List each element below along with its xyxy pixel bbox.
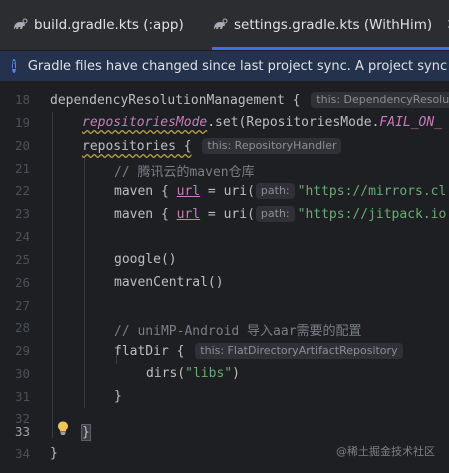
code-text: google() <box>114 252 177 267</box>
line-number: 30 <box>14 366 30 381</box>
code-text: = uri( <box>200 207 255 222</box>
inlay-hint: this: RepositoryHandler <box>202 138 342 154</box>
code-text: repositories { <box>82 139 192 154</box>
notification-message: Gradle files have changed since last pro… <box>27 58 449 74</box>
inlay-hint: this: DependencyResolu <box>311 92 449 108</box>
gradle-sync-notification: i Gradle files have changed since last p… <box>0 51 449 82</box>
code-property: url <box>176 207 201 222</box>
code-property: repositoriesMode <box>82 115 208 130</box>
code-line-33: } <box>81 424 91 441</box>
code-string: "https://jitpack.io <box>297 207 447 222</box>
line-number: 29 <box>14 343 30 358</box>
line-number: 18 <box>14 92 30 107</box>
code-text: } <box>114 389 122 404</box>
editor-tab-bar: build.gradle.kts (:app) settings.gradle.… <box>0 0 449 51</box>
code-line-31: } <box>114 389 122 404</box>
line-number: 20 <box>14 138 30 153</box>
code-constant: FAIL_ON_ <box>379 115 443 130</box>
code-string: "https://mirrors.cl <box>297 184 447 199</box>
line-number: 25 <box>14 252 30 267</box>
code-line-20: repositories { this: RepositoryHandler <box>82 138 344 154</box>
inlay-hint: path: <box>255 206 295 222</box>
line-number: 31 <box>14 389 30 404</box>
code-line-22: maven { url = uri(path: "https://mirrors.… <box>114 183 446 199</box>
code-line-34: } <box>50 446 58 461</box>
tab-build-gradle[interactable]: build.gradle.kts (:app) <box>12 0 184 50</box>
line-number: 23 <box>14 206 30 221</box>
tab-settings-gradle[interactable]: settings.gradle.kts (WithHim) ✕ <box>212 0 449 50</box>
code-text: maven { <box>114 207 177 222</box>
code-text: .set(RepositoriesMode. <box>207 115 380 130</box>
tab-label: settings.gradle.kts (WithHim) <box>234 17 433 33</box>
code-line-21: // 腾讯云的maven仓库 <box>114 161 255 180</box>
code-text: = uri( <box>200 184 255 199</box>
info-icon: i <box>12 59 16 73</box>
line-number: 21 <box>14 161 30 176</box>
lightbulb-icon[interactable] <box>57 420 69 435</box>
code-line-19: repositoriesMode.set(RepositoriesMode.FA… <box>82 115 442 130</box>
line-number: 22 <box>14 183 30 198</box>
code-line-29: flatDir { this: FlatDirectoryArtifactRep… <box>114 343 406 359</box>
code-text: } <box>50 446 58 461</box>
line-number: 26 <box>14 275 30 290</box>
line-number-current: 33 <box>14 424 30 439</box>
code-line-28: // uniMP-Android 导入aar需要的配置 <box>114 320 362 339</box>
code-line-25: google() <box>114 252 177 267</box>
line-number: 19 <box>14 115 30 130</box>
code-editor[interactable]: 18 19 20 21 22 23 24 25 26 27 28 29 30 3… <box>0 82 449 473</box>
gradle-file-icon <box>12 17 28 33</box>
inlay-hint: this: FlatDirectoryArtifactRepository <box>195 343 403 359</box>
code-comment: // 腾讯云的maven仓库 <box>114 165 255 180</box>
code-comment: // uniMP-Android 导入aar需要的配置 <box>114 324 362 339</box>
code-text: mavenCentral() <box>114 275 224 290</box>
inlay-hint: path: <box>255 183 295 199</box>
indent-guide <box>84 158 85 408</box>
line-number: 24 <box>14 229 30 244</box>
code-text: } <box>81 424 91 441</box>
watermark: @稀土掘金技术社区 <box>336 445 435 458</box>
line-number: 28 <box>14 320 30 335</box>
indent-guide <box>52 112 53 438</box>
gradle-file-icon <box>212 17 228 33</box>
code-text: flatDir { <box>114 344 185 359</box>
code-line-30: dirs("libs") <box>146 366 240 381</box>
tab-label: build.gradle.kts (:app) <box>34 17 184 33</box>
code-text: dirs( <box>146 366 186 381</box>
line-number: 27 <box>14 298 30 313</box>
code-property: url <box>176 184 201 199</box>
code-text: dependencyResolutionManagement { <box>50 93 301 108</box>
code-text: maven { <box>114 184 177 199</box>
line-number: 34 <box>14 446 30 461</box>
code-line-18: dependencyResolutionManagement { this: D… <box>50 92 449 108</box>
text-caret <box>89 424 91 439</box>
code-line-23: maven { url = uri(path: "https://jitpack.… <box>114 206 446 222</box>
code-line-26: mavenCentral() <box>114 275 224 290</box>
code-string: "libs" <box>185 366 233 381</box>
code-text: ) <box>232 366 240 381</box>
